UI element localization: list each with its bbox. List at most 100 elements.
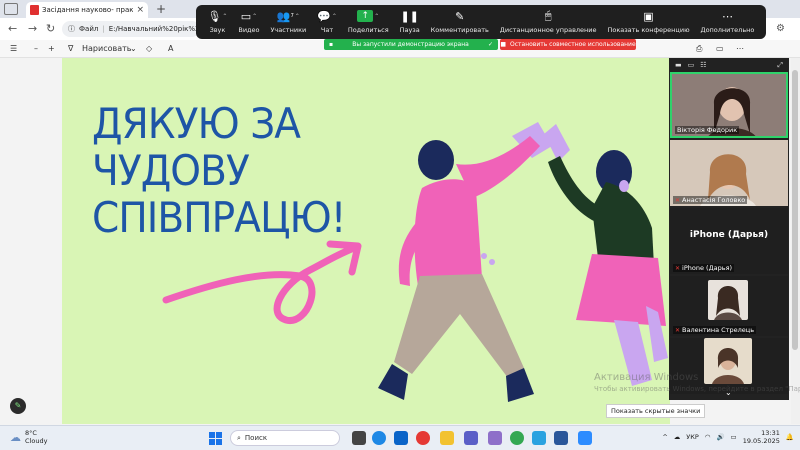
- teams-icon[interactable]: [464, 431, 478, 445]
- strip-view-icon[interactable]: ▭: [688, 61, 695, 69]
- wifi-icon[interactable]: ◠: [705, 433, 711, 441]
- expand-icon[interactable]: ⤢: [777, 61, 783, 70]
- high-five-illustration: [162, 122, 668, 402]
- zoom-more-button[interactable]: ⋯ Дополнительно: [700, 9, 754, 35]
- pdf-icon: [30, 5, 39, 15]
- zoom-video-label: Видео: [238, 26, 260, 34]
- mic-muted-icon: ✕: [675, 265, 681, 272]
- opera-icon[interactable]: [416, 431, 430, 445]
- pause-icon: ❚❚: [400, 9, 419, 23]
- draw-filter-icon[interactable]: ∇: [68, 43, 73, 55]
- stop-sharing-label: Остановить совместное использование: [510, 41, 636, 48]
- cloud-icon: ☁: [10, 430, 21, 444]
- shield-icon: ▪: [329, 41, 334, 48]
- menu-icon[interactable]: ☰: [10, 43, 17, 55]
- windows-taskbar: ☁ 8°C Cloudy ⌕ Поиск ^ ☁ УКР ◠ 🔊 ▭ 13:31…: [0, 425, 800, 450]
- participants-count: 7: [290, 13, 294, 19]
- window-menu-icon[interactable]: [4, 3, 18, 15]
- share-screen-icon: ↑: [357, 10, 374, 22]
- sharing-notice: ▪ Вы запустили демонстрацию экрана ✓: [324, 39, 498, 50]
- weather-desc: Cloudy: [25, 437, 48, 445]
- gallery-view-icon[interactable]: ☷: [700, 61, 706, 69]
- eraser-icon[interactable]: ◇: [146, 43, 152, 55]
- taskbar-clock[interactable]: 13:31 19.05.2025: [743, 429, 780, 445]
- zoom-app-icon[interactable]: [578, 431, 592, 445]
- show-hidden-icons-chevron[interactable]: ^: [662, 433, 667, 441]
- zoom-share-label: Поделиться: [347, 26, 389, 34]
- zoom-remote-control-button[interactable]: 🖱 Дистанционное управление: [500, 9, 597, 34]
- viber-icon[interactable]: [488, 431, 502, 445]
- system-tray: ^ ☁ УКР ◠ 🔊 ▭ 13:31 19.05.2025 🔔: [662, 429, 794, 445]
- zoom-video-button[interactable]: ▭ ⌃ Видео: [238, 9, 260, 35]
- volume-icon[interactable]: 🔊: [716, 433, 724, 441]
- man-figure: [378, 122, 552, 402]
- reload-icon[interactable]: ↻: [46, 22, 55, 36]
- participant-tile[interactable]: ✕ Валентина Стрелець: [670, 276, 788, 336]
- clock-date: 19.05.2025: [742, 437, 780, 445]
- participant-thumbnail: [708, 280, 748, 320]
- monitor-icon: ▣: [643, 9, 654, 23]
- mic-muted-icon: ✕: [675, 327, 681, 334]
- stop-sharing-button[interactable]: ■ Остановить совместное использование: [500, 39, 636, 50]
- search-icon: ⌕: [237, 433, 241, 442]
- print-icon[interactable]: ⎙: [696, 43, 702, 55]
- info-icon: ⓘ: [68, 25, 75, 33]
- edge-icon[interactable]: [372, 431, 386, 445]
- minimize-icon[interactable]: ▬: [675, 61, 682, 69]
- video-gallery-panel: ▬ ▭ ☷ ⤢ Вікторія Федорик ✕ Анастасія Голо…: [669, 58, 789, 400]
- tab-close-icon[interactable]: ×: [136, 5, 144, 15]
- weather-widget[interactable]: ☁ 8°C Cloudy: [10, 429, 47, 445]
- forward-icon[interactable]: →: [28, 22, 37, 36]
- draw-button[interactable]: Нарисовать: [82, 43, 131, 55]
- activation-watermark-title: Активация Windows: [594, 372, 699, 383]
- zoom-pause-label: Пауза: [399, 26, 420, 34]
- pen-annotation-icon[interactable]: ✎: [10, 398, 26, 414]
- participant-tile[interactable]: ✕ Анастасія Головко: [670, 140, 788, 206]
- browser-tab[interactable]: Засідання науково- практичного ×: [26, 2, 148, 18]
- zoom-in-icon[interactable]: +: [48, 43, 55, 55]
- new-tab-button[interactable]: +: [156, 2, 166, 16]
- windows-start-icon[interactable]: [209, 432, 222, 445]
- mic-muted-icon: ✕: [675, 197, 681, 204]
- telegram-icon[interactable]: [532, 431, 546, 445]
- file-explorer-icon[interactable]: [440, 431, 454, 445]
- chat-icon: 💬 ⌃: [317, 9, 337, 23]
- address-field[interactable]: ⓘ Файл | E:/Навчальний%20рік%202024: [62, 21, 200, 37]
- zoom-chat-button[interactable]: 💬 ⌃ Чат: [317, 9, 337, 35]
- participant-name: Вікторія Федорик: [675, 126, 740, 134]
- outlook-icon[interactable]: [394, 431, 408, 445]
- zoom-share-button[interactable]: ↑ ⌃ Поделиться: [348, 9, 389, 34]
- zoom-annotate-label: Комментировать: [430, 26, 489, 34]
- back-icon[interactable]: ←: [8, 22, 17, 36]
- language-indicator[interactable]: УКР: [686, 433, 699, 441]
- battery-icon[interactable]: ▭: [731, 433, 737, 441]
- zoom-annotate-button[interactable]: ✎ Комментировать: [430, 9, 489, 35]
- participant-name: Анастасія Головко: [682, 196, 746, 204]
- participant-tile[interactable]: Вікторія Федорик: [670, 72, 788, 138]
- word-icon[interactable]: [554, 431, 568, 445]
- zoom-pause-button[interactable]: ❚❚ Пауза: [399, 9, 420, 35]
- draw-caret-icon[interactable]: ⌄: [130, 43, 137, 55]
- task-view-icon[interactable]: [352, 431, 366, 445]
- participant-tile[interactable]: iPhone (Дарья) ✕ iPhone (Дарья): [670, 208, 788, 274]
- more-icon: ⋯: [721, 9, 733, 23]
- more-options-icon[interactable]: ⋯: [736, 43, 744, 55]
- check-icon: ✓: [487, 41, 493, 48]
- save-icon[interactable]: ▭: [716, 43, 724, 55]
- presentation-slide: ДЯКУЮ ЗА ЧУДОВУ СПІВПРАЦЮ!: [62, 58, 670, 424]
- zoom-audio-button[interactable]: 🎙 ⌃ Звук: [207, 9, 227, 35]
- zoom-show-meeting-button[interactable]: ▣ Показать конференцию: [607, 9, 689, 35]
- participant-display-name: iPhone (Дарья): [689, 230, 769, 240]
- participant-thumbnail: [704, 338, 752, 384]
- text-icon[interactable]: A: [168, 43, 173, 55]
- scrollbar-thumb[interactable]: [792, 70, 798, 350]
- zoom-remote-label: Дистанционное управление: [499, 26, 597, 34]
- chrome-icon[interactable]: [510, 431, 524, 445]
- clock-time: 13:31: [761, 429, 780, 437]
- settings-gear-icon[interactable]: ⚙: [776, 22, 785, 36]
- zoom-participants-button[interactable]: 👥 7 ⌃ Участники: [270, 9, 306, 35]
- taskbar-search[interactable]: ⌕ Поиск: [230, 430, 340, 446]
- zoom-out-icon[interactable]: –: [34, 43, 38, 55]
- onedrive-icon[interactable]: ☁: [674, 433, 681, 441]
- notification-bell-icon[interactable]: 🔔: [786, 433, 794, 441]
